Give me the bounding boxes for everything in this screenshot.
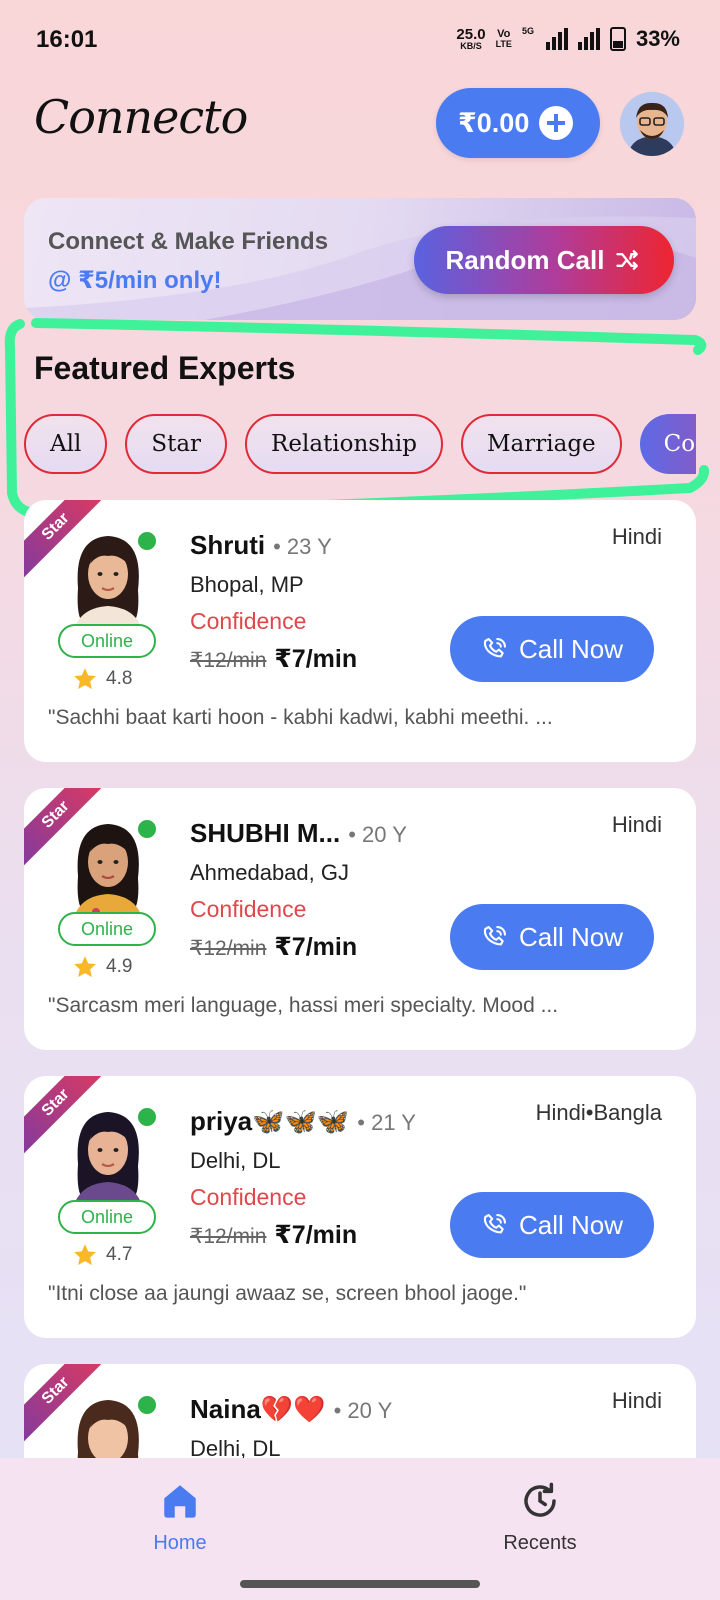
rating-value: 4.9 [106, 956, 133, 977]
online-indicator [136, 818, 158, 840]
expert-bio: "Sachhi baat karti hoon - kabhi kadwi, k… [48, 706, 553, 729]
status-time: 16:01 [36, 26, 98, 53]
expert-city: Bhopal, MP [190, 572, 304, 597]
bottom-navigation: Home Recents [0, 1458, 720, 1600]
expert-list: Star Online 4.8 Shruti • 23 Y Hindi Bhop… [24, 500, 696, 1460]
app-logo: Connecto [34, 90, 248, 144]
wallet-amount: ₹0.00 [458, 107, 530, 138]
old-price: ₹12/min [190, 1225, 267, 1248]
expert-language: Hindi [611, 524, 662, 549]
expert-age: • 20 Y [348, 822, 407, 847]
expert-bio: "Itni close aa jaungi awaaz se, screen b… [48, 1282, 527, 1305]
chip-all[interactable]: All [24, 414, 108, 474]
chip-relationship[interactable]: Relationship [245, 414, 443, 474]
banner-subtitle: @ ₹5/min only! [48, 267, 222, 294]
nav-recents[interactable]: Recents [470, 1480, 610, 1555]
expert-city: Delhi, DL [190, 1148, 281, 1173]
expert-card[interactable]: Star Online 4.8 Shruti • 23 Y Hindi Bhop… [24, 500, 696, 762]
phone-icon [483, 638, 506, 658]
phone-icon [483, 926, 506, 946]
old-price: ₹12/min [190, 937, 267, 960]
nav-home-label: Home [153, 1532, 207, 1554]
plus-icon [539, 106, 574, 140]
old-price: ₹12/min [190, 649, 267, 672]
call-now-button[interactable]: Call Now [450, 1192, 654, 1258]
expert-age: • 20 Y [333, 1398, 393, 1423]
history-icon [524, 1482, 556, 1517]
expert-card[interactable]: Star Online 4.7 priya🦋🦋🦋 • 21 Y Hindi•Ba… [24, 1076, 696, 1338]
rating-value: 4.7 [106, 1244, 133, 1265]
net-speed-value: 25.0 [456, 26, 486, 43]
expert-bio: "Sarcasm meri language, hassi meri speci… [48, 994, 559, 1017]
expert-name: Shruti [190, 530, 266, 560]
online-badge: Online [58, 1200, 156, 1234]
promo-banner: Connect & Make Friends @ ₹5/min only! Ra… [24, 198, 696, 320]
call-now-label: Call Now [518, 921, 624, 952]
rating: 4.8 [72, 666, 132, 692]
expert-language: Hindi•Bangla [535, 1100, 662, 1125]
call-now-button[interactable]: Call Now [450, 904, 654, 970]
online-badge: Online [58, 624, 156, 658]
expert-age: • 23 Y [273, 534, 332, 559]
avatar-illustration [620, 92, 684, 156]
online-indicator [136, 530, 158, 552]
chip-marriage[interactable]: Marriage [461, 414, 622, 474]
profile-avatar[interactable] [620, 92, 684, 156]
star-icon [74, 1244, 96, 1265]
random-call-button[interactable]: Random Call [414, 226, 674, 294]
net-speed: 25.0 KB/S [456, 27, 485, 51]
expert-name: SHUBHI M... [190, 818, 341, 848]
shuffle-icon [616, 250, 639, 270]
volte-icon: Vo LTE [496, 29, 512, 49]
expert-language: Hindi [611, 812, 662, 837]
expert-category: Confidence [190, 608, 307, 634]
online-indicator [136, 1394, 158, 1416]
expert-card[interactable]: Star Naina💔❤️ • 20 Y Hindi Delhi, DL [24, 1364, 696, 1460]
expert-city: Ahmedabad, GJ [190, 860, 349, 885]
chip-confidence[interactable]: Confidence [639, 414, 696, 474]
gesture-bar[interactable] [240, 1580, 480, 1588]
rating: 4.7 [72, 1242, 132, 1268]
call-now-label: Call Now [518, 1209, 624, 1240]
expert-language: Hindi [611, 1388, 662, 1413]
expert-name: Naina💔❤️ [190, 1394, 326, 1424]
online-badge: Online [58, 912, 156, 946]
status-bar: 16:01 25.0 KB/S Vo LTE 5G 33% [0, 0, 720, 80]
net-speed-unit: KB/S [460, 41, 482, 51]
price: ₹7/min [274, 1221, 358, 1249]
chip-star[interactable]: Star [125, 414, 228, 474]
wallet-button[interactable]: ₹0.00 [436, 88, 600, 158]
status-icons: 25.0 KB/S Vo LTE 5G 33% [456, 26, 680, 52]
section-title: Featured Experts [34, 350, 296, 386]
call-now-button[interactable]: Call Now [450, 616, 654, 682]
random-call-label: Random Call [445, 244, 605, 275]
category-chips: All Star Relationship Marriage Confidenc… [24, 414, 696, 476]
star-icon [74, 668, 96, 689]
rating: 4.9 [72, 954, 132, 980]
expert-name: priya🦋🦋🦋 [190, 1106, 350, 1136]
expert-card[interactable]: Star Online 4.9 SHUBHI M... • 20 Y Hindi… [24, 788, 696, 1050]
volte-bottom: LTE [495, 39, 512, 49]
home-icon [164, 1485, 196, 1518]
star-icon [74, 956, 96, 977]
price: ₹7/min [274, 645, 358, 673]
expert-category: Confidence [190, 1184, 307, 1210]
network-type: 5G [521, 26, 534, 36]
nav-home[interactable]: Home [110, 1480, 250, 1555]
expert-category: Confidence [190, 896, 307, 922]
expert-age: • 21 Y [357, 1110, 416, 1135]
signal-icon [545, 28, 568, 50]
signal-icon-2 [577, 28, 600, 50]
call-now-label: Call Now [518, 633, 624, 664]
battery-icon [609, 27, 626, 51]
battery-level: 33% [635, 26, 680, 51]
phone-icon [483, 1214, 506, 1234]
nav-recents-label: Recents [503, 1532, 577, 1554]
expert-city: Delhi, DL [190, 1436, 281, 1460]
price: ₹7/min [274, 933, 358, 961]
rating-value: 4.8 [106, 668, 133, 689]
online-indicator [136, 1106, 158, 1128]
banner-title: Connect & Make Friends [48, 228, 329, 255]
